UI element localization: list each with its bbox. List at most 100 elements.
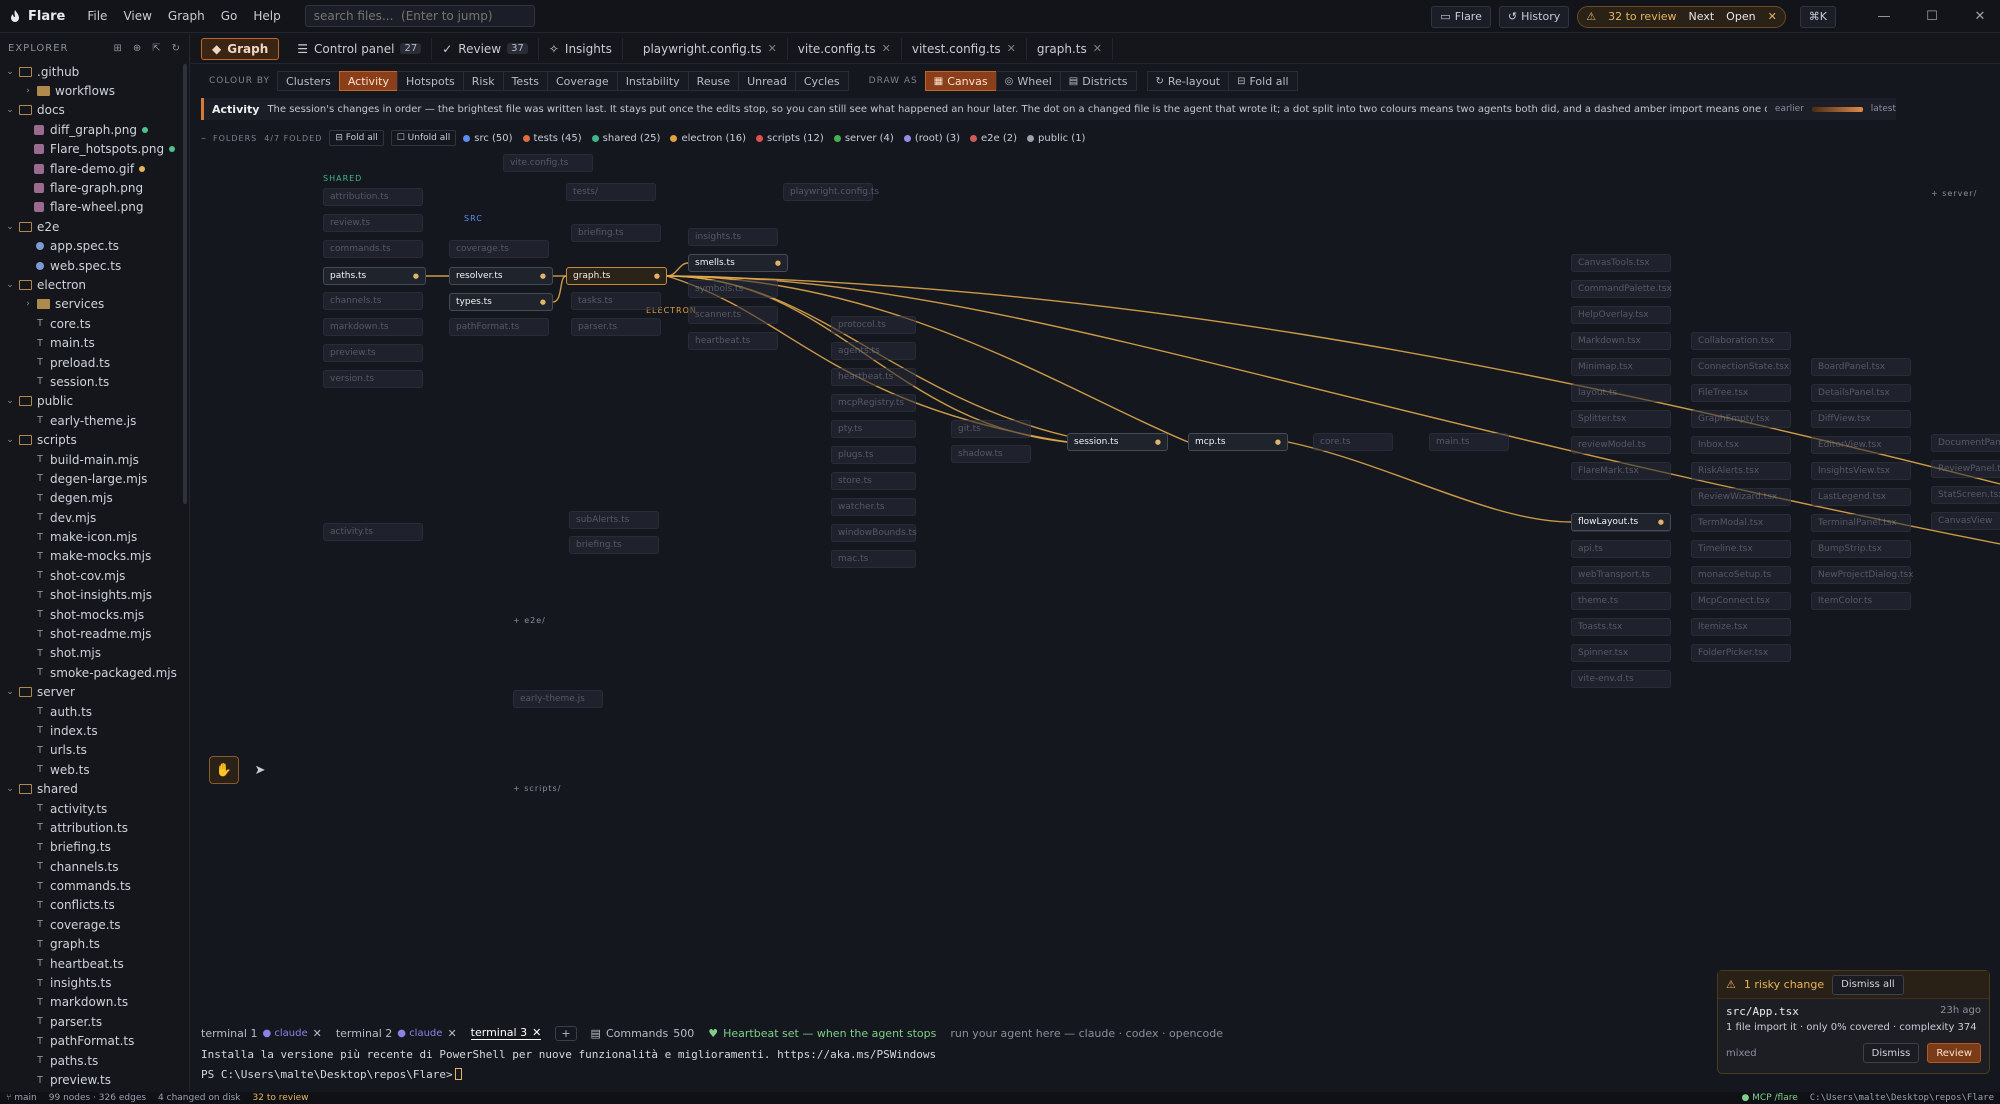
tree-file[interactable]: TpathFormat.ts — [0, 1032, 189, 1051]
maximize-icon[interactable]: ☐ — [1912, 9, 1952, 24]
close-tab-icon[interactable]: ✕ — [768, 42, 777, 55]
command-k-button[interactable]: ⌘K — [1799, 5, 1836, 28]
graph-node[interactable]: InsightsView.tsx — [1811, 462, 1911, 480]
folder-group-label[interactable]: + server/ — [1931, 189, 1977, 198]
graph-node[interactable]: GraphEmpty.tsx — [1691, 410, 1791, 428]
tree-file[interactable]: Tindex.ts — [0, 721, 189, 740]
graph-node[interactable]: Timeline.tsx — [1691, 540, 1791, 558]
tab-file[interactable]: graph.ts ✕ — [1027, 37, 1113, 60]
graph-node[interactable]: FolderPicker.tsx — [1691, 644, 1791, 662]
tree-file[interactable]: Tdev.mjs — [0, 508, 189, 527]
graph-node[interactable]: commands.ts — [323, 240, 423, 258]
terminal-tab-2[interactable]: terminal 2 ● claude ✕ — [336, 1027, 457, 1040]
graph-node[interactable]: agents.ts — [831, 342, 916, 360]
tab-file[interactable]: vitest.config.ts ✕ — [902, 37, 1027, 60]
folder-group-label[interactable]: SRC — [464, 214, 483, 223]
graph-node[interactable]: smells.ts ● — [688, 254, 788, 272]
graph-node[interactable]: insights.ts — [688, 228, 778, 246]
tree-file[interactable]: Tdegen-large.mjs — [0, 469, 189, 488]
graph-node[interactable]: Spinner.tsx — [1571, 644, 1671, 662]
tree-file[interactable]: Tgraph.ts — [0, 935, 189, 954]
open-button[interactable]: Open — [1726, 10, 1755, 23]
tree-file[interactable]: Tinsights.ts — [0, 973, 189, 992]
close-tab-icon[interactable]: ✕ — [1007, 42, 1016, 55]
graph-node[interactable]: LastLegend.tsx — [1811, 488, 1911, 506]
colour-mode-reuse[interactable]: Reuse — [687, 71, 740, 91]
graph-node[interactable]: parser.ts — [571, 318, 661, 336]
status-review[interactable]: 32 to review — [253, 1093, 309, 1103]
draw-wheel-button[interactable]: ◎ Wheel — [995, 71, 1061, 91]
tree-file[interactable]: Tactivity.ts — [0, 799, 189, 818]
fold-all-button[interactable]: ⊟ Fold all — [1228, 71, 1298, 91]
tree-file[interactable]: Theartbeat.ts — [0, 954, 189, 973]
terminal-tab-3[interactable]: terminal 3 ✕ — [470, 1026, 542, 1040]
graph-node[interactable]: types.ts ● — [449, 293, 553, 311]
graph-node[interactable]: resolver.ts ● — [449, 267, 553, 285]
tree-file[interactable]: Tparser.ts — [0, 1012, 189, 1031]
graph-node[interactable]: heartbeat.ts — [831, 368, 916, 386]
graph-node[interactable]: monacoSetup.ts — [1691, 566, 1791, 584]
search-input[interactable] — [304, 5, 535, 27]
graph-node[interactable]: early-theme.js — [513, 690, 603, 708]
tree-file[interactable]: Tshot.mjs — [0, 644, 189, 663]
tree-file[interactable]: app.spec.ts — [0, 237, 189, 256]
tree-file[interactable]: Flare_hotspots.png — [0, 140, 189, 159]
close-tab-icon[interactable]: ✕ — [313, 1027, 322, 1040]
graph-node[interactable]: BumpStrip.tsx — [1811, 540, 1911, 558]
risk-file[interactable]: src/App.tsx — [1726, 1005, 1799, 1018]
collapse-icon[interactable]: ⇱ — [152, 43, 161, 54]
tree-file[interactable]: Tshot-cov.mjs — [0, 566, 189, 585]
tab-file[interactable]: playwright.config.ts ✕ — [633, 37, 788, 60]
graph-node[interactable]: session.ts ● — [1067, 433, 1168, 451]
graph-node[interactable]: mcpRegistry.ts — [831, 394, 916, 412]
colour-mode-activity[interactable]: Activity — [338, 71, 398, 91]
tree-folder[interactable]: ⌄ e2e — [0, 217, 189, 236]
tree-file[interactable]: Tshot-mocks.mjs — [0, 605, 189, 624]
folder-chip[interactable]: scripts (12) — [756, 133, 824, 144]
graph-node[interactable]: EditorView.tsx — [1811, 436, 1911, 454]
terminal-prompt[interactable]: PS C:\Users\malte\Desktop\repos\Flare> — [191, 1064, 1711, 1084]
colour-mode-risk[interactable]: Risk — [462, 71, 504, 91]
colour-mode-coverage[interactable]: Coverage — [546, 71, 618, 91]
folder-group-label[interactable]: + scripts/ — [513, 784, 561, 793]
tree-file[interactable]: Tcommands.ts — [0, 876, 189, 895]
graph-node[interactable]: StatScreen.tsx — [1931, 486, 2000, 504]
tree-folder[interactable]: ⌄ .github — [0, 62, 189, 81]
folder-chip[interactable]: electron (16) — [670, 133, 746, 144]
graph-node[interactable]: Inbox.tsx — [1691, 436, 1791, 454]
tree-file[interactable]: diff_graph.png — [0, 120, 189, 139]
draw-districts-button[interactable]: ▤ Districts — [1059, 71, 1137, 91]
graph-node[interactable]: api.ts — [1571, 540, 1671, 558]
mcp-status[interactable]: ● MCP /flare — [1741, 1093, 1797, 1103]
tree-file[interactable]: Tcore.ts — [0, 314, 189, 333]
tree-file[interactable]: flare-graph.png — [0, 178, 189, 197]
grid-icon[interactable]: ⊞ — [113, 43, 122, 54]
graph-node[interactable]: review.ts — [323, 214, 423, 232]
draw-canvas-button[interactable]: ▦ Canvas — [924, 71, 997, 91]
menu-view[interactable]: View — [123, 9, 151, 23]
graph-node[interactable]: CanvasTools.tsx — [1571, 254, 1671, 272]
graph-node[interactable]: mac.ts — [831, 550, 916, 568]
close-tab-icon[interactable]: ✕ — [882, 42, 891, 55]
graph-node[interactable]: DiffView.tsx — [1811, 410, 1911, 428]
folder-chip[interactable]: (root) (3) — [903, 133, 960, 144]
tree-file[interactable]: Tshot-insights.mjs — [0, 586, 189, 605]
tree-file[interactable]: Tpaths.ts — [0, 1051, 189, 1070]
graph-node[interactable]: vite-env.d.ts — [1571, 670, 1671, 688]
changed-on-disk[interactable]: 4 changed on disk — [158, 1093, 240, 1103]
tree-file[interactable]: flare-demo.gif — [0, 159, 189, 178]
tree-file[interactable]: Tpreview.ts — [0, 1070, 189, 1089]
tree-file[interactable]: Tbuild-main.mjs — [0, 450, 189, 469]
graph-node[interactable]: shadow.ts — [951, 445, 1031, 463]
graph-node[interactable]: Minimap.tsx — [1571, 358, 1671, 376]
colour-mode-tests[interactable]: Tests — [502, 71, 548, 91]
dismiss-button[interactable]: Dismiss — [1862, 1043, 1920, 1063]
folder-chip[interactable]: e2e (2) — [970, 133, 1017, 144]
graph-node[interactable]: TerminalPanel.tsx — [1811, 514, 1911, 532]
refresh-icon[interactable]: ↻ — [172, 43, 181, 54]
tree-file[interactable]: Tmake-mocks.mjs — [0, 547, 189, 566]
graph-node[interactable]: CanvasView — [1931, 512, 2000, 530]
graph-node[interactable]: preview.ts — [323, 344, 423, 362]
menu-graph[interactable]: Graph — [168, 9, 205, 23]
graph-node[interactable]: core.ts — [1313, 433, 1393, 451]
